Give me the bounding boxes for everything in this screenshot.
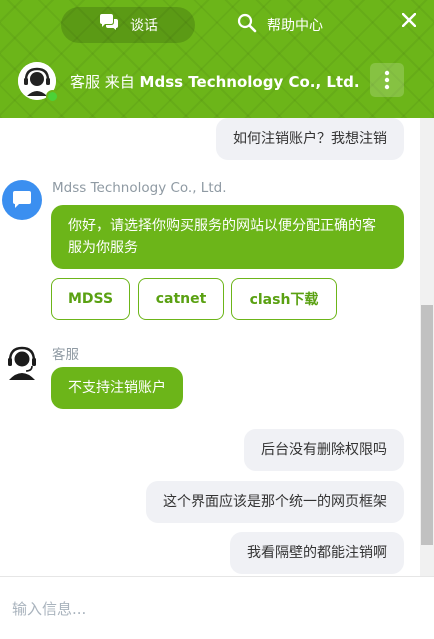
- message-outgoing: 我看隔壁的都能注销啊: [230, 532, 404, 574]
- message-outgoing: 这个界面应该是那个统一的网页框架: [146, 481, 404, 523]
- close-icon[interactable]: [400, 9, 418, 31]
- sender-name: 客服: [52, 347, 79, 363]
- scrollbar-thumb[interactable]: [421, 305, 433, 545]
- search-icon: [237, 13, 257, 37]
- message-list[interactable]: 如何注销账户？我想注销 Mdss Technology Co., Ltd. 你好…: [0, 118, 420, 576]
- sender-name: Mdss Technology Co., Ltd.: [52, 180, 227, 196]
- message-incoming: 你好，请选择你购买服务的网站以便分配正确的客服为你服务: [51, 205, 404, 269]
- quick-reply-mdss[interactable]: MDSS: [51, 278, 130, 320]
- agent-company: Mdss Technology Co., Ltd.: [139, 73, 360, 91]
- message-outgoing: 后台没有删除权限吗: [244, 429, 404, 471]
- bot-avatar: [2, 180, 42, 220]
- online-status-dot: [46, 90, 59, 103]
- agent-title: 客服 来自 Mdss Technology Co., Ltd.: [70, 71, 360, 92]
- tab-chat-label: 谈话: [130, 18, 158, 34]
- quick-reply-clash[interactable]: clash下载: [231, 278, 337, 320]
- more-vertical-icon: [384, 70, 390, 90]
- more-options-button[interactable]: [370, 63, 404, 97]
- agent-title-prefix: 客服 来自: [70, 73, 140, 91]
- message-text: 你好，请选择你购买服务的网站以便分配正确的客服为你服务: [68, 218, 376, 256]
- chat-bubble-icon: [13, 191, 31, 208]
- message-incoming: 不支持注销账户: [51, 367, 183, 409]
- message-input[interactable]: [0, 577, 434, 639]
- message-text: 这个界面应该是那个统一的网页框架: [163, 494, 387, 510]
- chat-bubbles-icon: [98, 13, 120, 37]
- message-text: 后台没有删除权限吗: [261, 442, 387, 458]
- composer: [0, 576, 434, 639]
- message-text: 我看隔壁的都能注销啊: [247, 545, 387, 561]
- tab-help-label: 帮助中心: [267, 18, 323, 34]
- message-text: 不支持注销账户: [68, 380, 166, 396]
- tab-chat[interactable]: 谈话: [61, 7, 195, 43]
- chat-header: 谈话 帮助中心 客服 来自 Mdss Technology Co., Ltd.: [0, 0, 434, 118]
- agent-avatar: [18, 62, 59, 103]
- message-text: 如何注销账户？我想注销: [233, 131, 387, 147]
- tab-help-center[interactable]: 帮助中心: [220, 7, 340, 43]
- message-outgoing: 如何注销账户？我想注销: [216, 118, 404, 160]
- agent-headset-avatar: [8, 346, 36, 380]
- quick-reply-catnet[interactable]: catnet: [138, 278, 224, 320]
